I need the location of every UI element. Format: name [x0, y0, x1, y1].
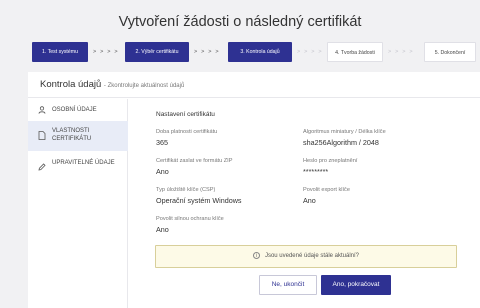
document-icon: [38, 131, 46, 143]
sidebar-item-osobni-udaje[interactable]: OSOBNÍ ÚDAJE: [28, 103, 128, 117]
section-title: Nastavení certifikátu: [156, 111, 215, 118]
content-panel: Nastavení certifikátu Doba platnosti cer…: [128, 99, 480, 308]
field-label: Typ úložiště klíče (CSP): [156, 187, 216, 193]
step-separator: > > > >: [297, 49, 323, 55]
info-icon: i: [252, 251, 260, 259]
card-subtitle: - Zkontrolujte aktuálnost údajů: [103, 83, 185, 89]
step-vyber-certifikatu[interactable]: 2. Výběr certifikátu: [125, 42, 189, 62]
no-exit-button[interactable]: Ne, ukončit: [259, 275, 317, 295]
field-label: Povolit silnou ochranu klíče: [156, 216, 224, 222]
field-value: Operační systém Windows: [156, 196, 242, 205]
field-label: Doba platnosti certifikátu: [156, 129, 218, 135]
sidebar-item-label: VLASTNOSTI CERTIFIKÁTU: [52, 128, 92, 142]
notice-text: Jsou uvedené údaje stále aktuální?: [264, 253, 360, 259]
person-icon: [38, 106, 46, 117]
sidebar: OSOBNÍ ÚDAJE VLASTNOSTI CERTIFIKÁTU UPRA…: [28, 99, 128, 308]
step-kontrola-udaju[interactable]: 3. Kontrola údajů: [228, 42, 292, 62]
step-separator: > > > >: [194, 49, 220, 55]
sidebar-item-label: OSOBNÍ ÚDAJE: [52, 107, 97, 113]
wizard-steps: 1. Test systému > > > > 2. Výběr certifi…: [0, 42, 480, 62]
card-title: Kontrola údajů - Zkontrolujte aktuálnost…: [40, 79, 184, 90]
field-label: Algoritmus miniatury / Délka klíče: [303, 129, 386, 135]
field-value: Ano: [156, 167, 169, 176]
sidebar-item-upravitelne-udaje[interactable]: UPRAVITELNÉ ÚDAJE: [28, 155, 128, 179]
card-title-text: Kontrola údajů: [40, 79, 102, 90]
page-title: Vytvoření žádosti o následný certifikát: [118, 14, 362, 30]
sidebar-item-vlastnosti-certifikatu[interactable]: VLASTNOSTI CERTIFIKÁTU: [28, 121, 128, 151]
field-value: *********: [303, 167, 329, 176]
field-value: Ano: [156, 225, 169, 234]
confirmation-notice: i Jsou uvedené údaje stále aktuální?: [155, 245, 457, 268]
sidebar-item-label: UPRAVITELNÉ ÚDAJE: [52, 160, 115, 166]
review-card: Kontrola údajů - Zkontrolujte aktuálnost…: [28, 72, 480, 308]
step-separator: > > > >: [388, 49, 414, 55]
yes-continue-button[interactable]: Ano, pokračovat: [321, 275, 391, 295]
card-header: Kontrola údajů - Zkontrolujte aktuálnost…: [28, 72, 480, 98]
field-value: 365: [156, 138, 168, 147]
pencil-icon: [38, 163, 46, 174]
step-test-systemu[interactable]: 1. Test systému: [32, 42, 88, 62]
field-label: Heslo pro zneplatnění: [303, 158, 358, 164]
field-value: Ano: [303, 196, 316, 205]
step-separator: > > > >: [93, 49, 119, 55]
step-dokonceni[interactable]: 5. Dokončení: [424, 42, 476, 62]
field-value: sha256Algorithm / 2048: [303, 138, 379, 147]
field-label: Povolit export klíče: [303, 187, 350, 193]
field-label: Certifikát zaslat ve formátu ZIP: [156, 158, 233, 164]
step-tvorba-zadosti[interactable]: 4. Tvorba žádosti: [327, 42, 383, 62]
